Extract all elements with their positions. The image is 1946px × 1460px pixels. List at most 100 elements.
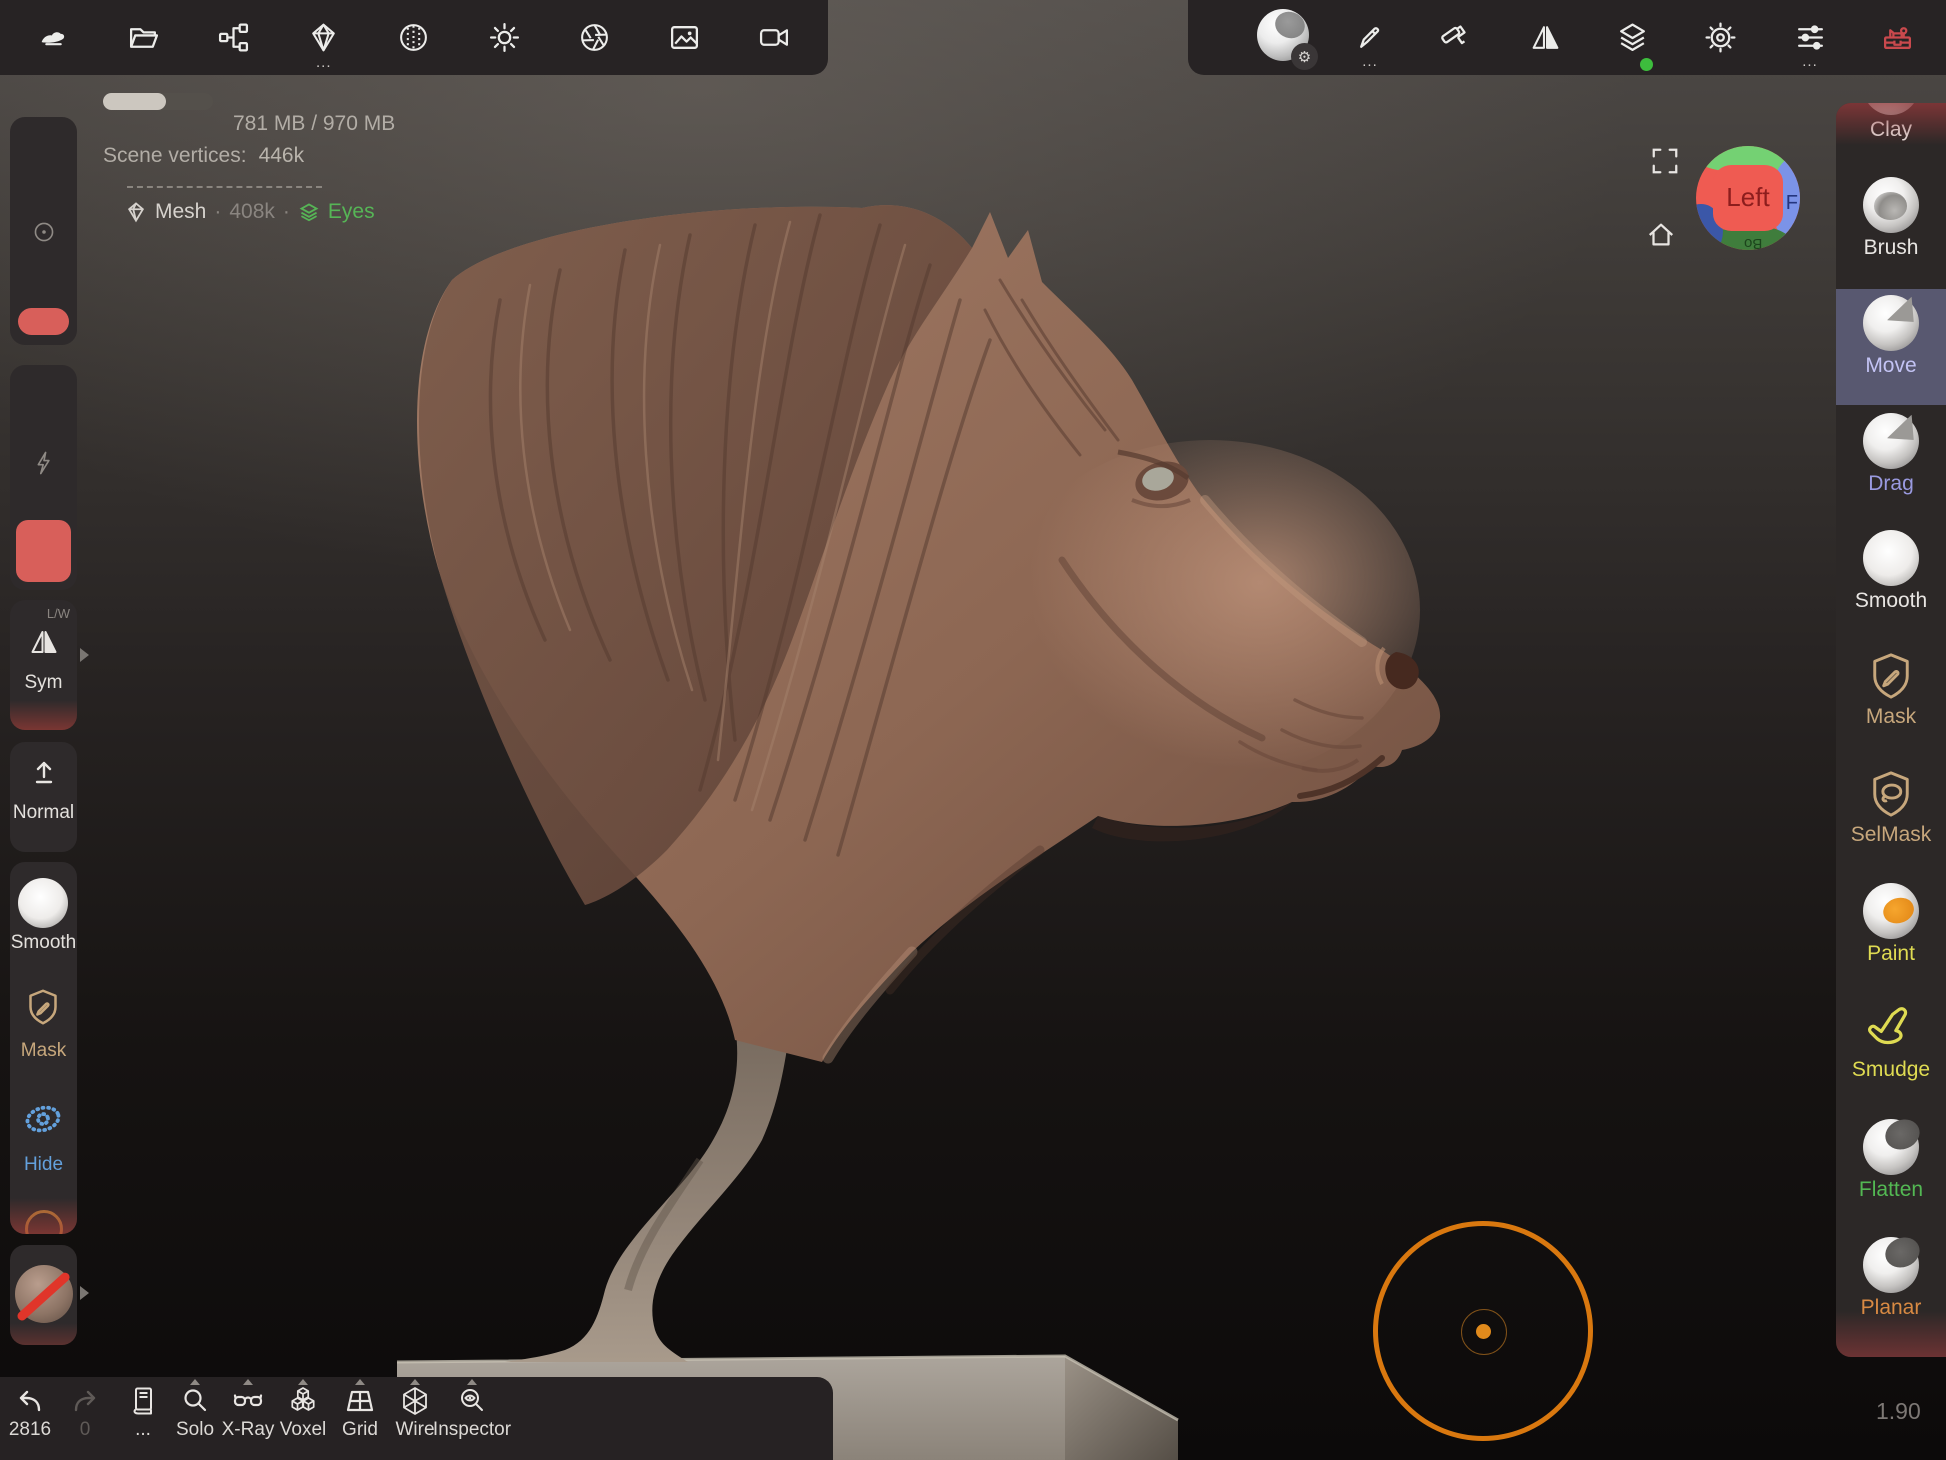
stroke-settings-button[interactable]: ... <box>1342 9 1398 65</box>
tool-selmask[interactable]: SelMask <box>1836 760 1946 876</box>
interface-settings-button[interactable]: ... <box>1782 9 1838 65</box>
material-more-indicator: ... <box>316 58 332 68</box>
tool-planar[interactable]: Planar <box>1836 1231 1946 1347</box>
hide-tool-label: Hide <box>10 1154 77 1176</box>
fullscreen-button[interactable] <box>1650 146 1680 176</box>
selmask-thumb <box>1865 768 1917 820</box>
radius-slider-handle[interactable] <box>18 308 69 335</box>
smooth-thumb <box>1863 530 1919 586</box>
material-gear-badge[interactable]: ⚙ <box>1291 43 1318 70</box>
mesh-vertex-count: 408k <box>229 200 275 224</box>
memory-text: 781 MB / 970 MB <box>233 112 395 136</box>
tool-move[interactable]: Move <box>1836 289 1946 405</box>
brush-cursor[interactable] <box>1373 1221 1593 1441</box>
tool-clay[interactable]: Clay <box>1836 103 1946 169</box>
sculpture-stand[interactable] <box>505 1025 790 1362</box>
mask-tool-button[interactable] <box>23 987 63 1027</box>
normal-label: Normal <box>10 802 77 824</box>
scene-vertices: Scene vertices:446k <box>103 144 304 168</box>
memory-progressbar <box>103 93 213 110</box>
flatten-thumb <box>1863 1119 1919 1175</box>
tool-smooth[interactable]: Smooth <box>1836 524 1946 640</box>
camera-button[interactable] <box>747 10 803 66</box>
history-more: ... <box>135 1419 151 1441</box>
background-image-button[interactable] <box>657 10 713 66</box>
topology-button[interactable] <box>386 10 442 66</box>
clay-thumb <box>1863 103 1919 115</box>
tool-brush[interactable]: Brush <box>1836 171 1946 287</box>
horse-head[interactable] <box>417 205 1440 1062</box>
smooth-tool-button[interactable] <box>18 878 68 928</box>
tool-sidebar: Clay Brush Move Drag Smooth Mask SelMask… <box>1836 103 1946 1357</box>
normal-falloff-button[interactable]: Normal <box>10 742 77 852</box>
memory-progress-fill <box>103 93 166 110</box>
home-view-button[interactable] <box>1646 220 1676 250</box>
mesh-info-row[interactable]: Mesh · 408k · Eyes <box>125 200 375 224</box>
material-button[interactable]: ... <box>296 10 352 66</box>
bottom-toolbar: 2816 0 ... Solo X-Ray Voxel Grid Wire In… <box>0 1377 833 1460</box>
normal-icon <box>28 758 60 790</box>
separator-dot: · <box>283 200 290 224</box>
radius-icon <box>31 219 57 245</box>
hide-tool-button[interactable] <box>21 1097 65 1141</box>
mask-thumb <box>1865 650 1917 702</box>
drag-thumb <box>1863 413 1919 469</box>
tool-flatten[interactable]: Flatten <box>1836 1113 1946 1229</box>
toolbox-button[interactable] <box>1869 9 1925 65</box>
layer-icon <box>298 201 320 223</box>
status-divider <box>127 186 322 188</box>
gizmo-left-face[interactable]: Left <box>1713 165 1784 232</box>
quick-tools-panel: Smooth Mask Hide <box>10 862 77 1234</box>
tool-smudge[interactable]: Smudge <box>1836 995 1946 1111</box>
material-blob <box>1272 8 1309 42</box>
move-thumb <box>1863 295 1919 351</box>
scrolled-tool-hint <box>25 1210 63 1234</box>
toggle-inspector[interactable]: Inspector <box>437 1385 507 1441</box>
symmetry-toggle[interactable]: L/W Sym <box>10 600 77 730</box>
scene-vertices-label: Scene vertices: <box>103 144 247 167</box>
smudge-thumb <box>1865 1003 1917 1055</box>
intensity-slider-handle[interactable] <box>16 520 71 582</box>
separator-dot: · <box>214 200 221 224</box>
intensity-slider[interactable] <box>10 365 77 590</box>
mesh-name: Mesh <box>155 200 206 224</box>
top-right-toolbar: ⚙ ... ... <box>1188 0 1946 75</box>
lighting-button[interactable] <box>476 10 532 66</box>
settings-button[interactable] <box>1692 9 1748 65</box>
material-slot-panel[interactable] <box>10 1245 77 1345</box>
sym-expand-chevron[interactable] <box>80 648 89 662</box>
gizmo-bottom-label-partial: Bo <box>1744 235 1762 250</box>
undo-count: 2816 <box>9 1419 51 1441</box>
tool-paint[interactable]: Paint <box>1836 877 1946 993</box>
layers-button[interactable] <box>1604 9 1660 65</box>
no-material-ball[interactable] <box>15 1265 73 1323</box>
tool-drag[interactable]: Drag <box>1836 407 1946 523</box>
symmetry-button[interactable] <box>1517 9 1573 65</box>
sym-mode-label: L/W <box>47 606 70 621</box>
brush-cursor-center-dot <box>1476 1324 1491 1339</box>
mesh-icon <box>125 201 147 223</box>
gizmo-front-label-partial: F <box>1786 192 1798 215</box>
no-material-slash <box>16 1270 72 1322</box>
paint-settings-button[interactable] <box>1427 9 1483 65</box>
interface-more-indicator: ... <box>1802 57 1818 67</box>
intensity-icon <box>31 450 57 476</box>
active-material-ball[interactable]: ⚙ <box>1257 9 1309 61</box>
files-button[interactable] <box>115 10 171 66</box>
sym-icon <box>28 626 60 658</box>
redo-count: 0 <box>80 1419 91 1441</box>
material-expand-chevron[interactable] <box>80 1286 89 1300</box>
layers-active-dot <box>1640 58 1653 71</box>
tool-mask[interactable]: Mask <box>1836 642 1946 758</box>
radius-slider[interactable] <box>10 117 77 345</box>
orientation-gizmo[interactable]: Left F Bo <box>1696 146 1800 250</box>
stroke-more-indicator: ... <box>1362 57 1378 67</box>
app-logo-icon[interactable] <box>25 10 81 66</box>
smooth-tool-label: Smooth <box>10 932 77 954</box>
brush-thumb <box>1863 177 1919 233</box>
mask-tool-label: Mask <box>10 1040 77 1062</box>
active-layer-name: Eyes <box>328 200 375 224</box>
postprocess-button[interactable] <box>566 10 622 66</box>
zoom-readout: 1.90 <box>1876 1398 1921 1425</box>
scene-graph-button[interactable] <box>206 10 262 66</box>
